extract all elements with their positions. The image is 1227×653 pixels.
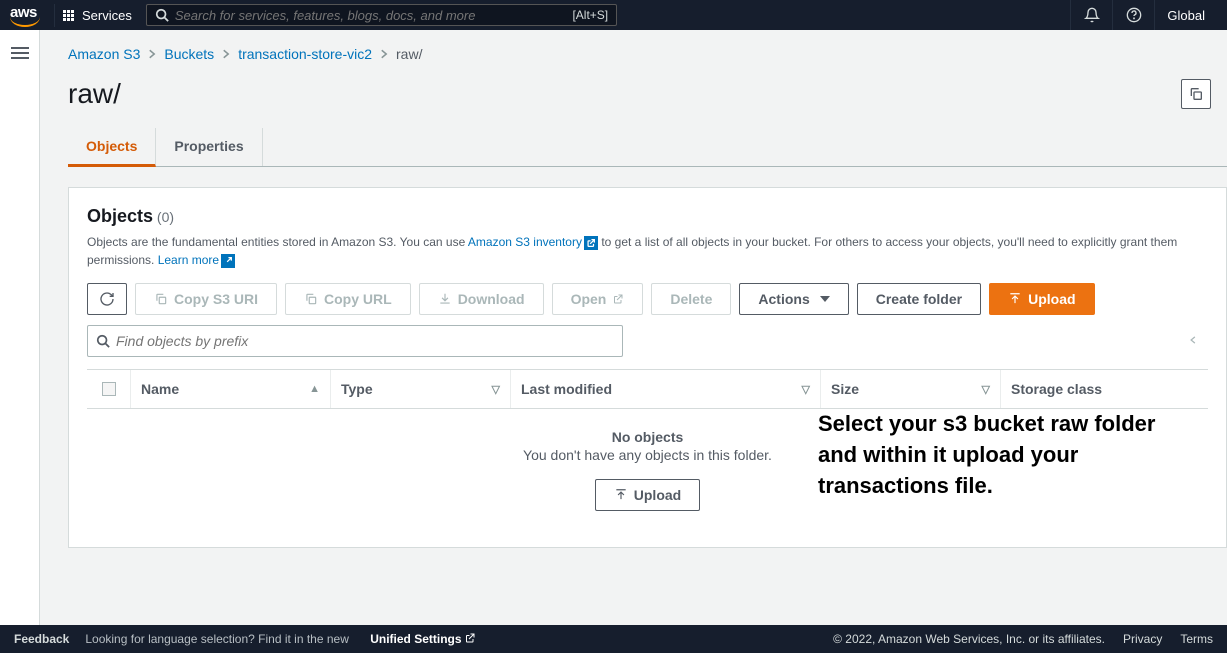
col-storage-class[interactable]: Storage class — [1001, 370, 1208, 408]
help-button[interactable] — [1112, 0, 1154, 30]
learn-more-link[interactable]: Learn more — [158, 253, 235, 267]
breadcrumb-link[interactable]: transaction-store-vic2 — [238, 46, 372, 62]
copy-page-button[interactable] — [1181, 79, 1211, 109]
refresh-button[interactable] — [87, 283, 127, 315]
refresh-icon — [99, 291, 115, 307]
top-nav: aws Services [Alt+S] Global — [0, 0, 1227, 30]
copy-icon — [154, 292, 168, 306]
upload-icon — [614, 488, 628, 502]
copy-uri-button[interactable]: Copy S3 URI — [135, 283, 277, 315]
tab-properties[interactable]: Properties — [156, 128, 262, 166]
aws-logo[interactable]: aws — [10, 4, 40, 27]
prev-page-button[interactable] — [1188, 331, 1198, 352]
breadcrumb: Amazon S3 Buckets transaction-store-vic2… — [68, 46, 1227, 62]
create-folder-button[interactable]: Create folder — [857, 283, 981, 315]
services-button[interactable]: Services — [54, 4, 140, 27]
chevron-left-icon — [1188, 333, 1198, 347]
copy-icon — [304, 292, 318, 306]
external-link-icon — [612, 293, 624, 305]
copy-url-button[interactable]: Copy URL — [285, 283, 411, 315]
external-link-icon — [584, 236, 598, 250]
pagination — [1188, 331, 1198, 352]
sort-icon: ▽ — [982, 383, 990, 396]
inventory-link[interactable]: Amazon S3 inventory — [468, 235, 598, 249]
download-icon — [438, 292, 452, 306]
breadcrumb-current: raw/ — [396, 46, 422, 62]
chevron-right-icon — [378, 48, 390, 60]
chevron-right-icon — [220, 48, 232, 60]
delete-button[interactable]: Delete — [651, 283, 731, 315]
annotation-text: Select your s3 bucket raw folder and wit… — [818, 409, 1198, 501]
hamburger-icon[interactable] — [11, 44, 29, 625]
terms-link[interactable]: Terms — [1180, 632, 1213, 646]
sort-icon: ▽ — [802, 383, 810, 396]
col-type[interactable]: Type▽ — [331, 370, 511, 408]
search-icon — [155, 8, 169, 22]
objects-panel: Objects (0) Objects are the fundamental … — [68, 187, 1227, 548]
breadcrumb-link[interactable]: Amazon S3 — [68, 46, 140, 62]
col-modified[interactable]: Last modified▽ — [511, 370, 821, 408]
actions-button[interactable]: Actions — [739, 283, 848, 315]
copy-icon — [1188, 86, 1204, 102]
sort-icon: ▽ — [492, 383, 500, 396]
download-button[interactable]: Download — [419, 283, 544, 315]
toolbar: Copy S3 URI Copy URL Download Open Delet… — [87, 283, 1208, 315]
panel-description: Objects are the fundamental entities sto… — [87, 233, 1208, 269]
empty-state: No objects You don't have any objects in… — [87, 409, 1208, 547]
search-shortcut: [Alt+S] — [572, 8, 608, 22]
tab-objects[interactable]: Objects — [68, 128, 156, 167]
col-name[interactable]: Name▲ — [131, 370, 331, 408]
open-button[interactable]: Open — [552, 283, 644, 315]
select-all-header[interactable] — [87, 370, 131, 408]
main-content: Amazon S3 Buckets transaction-store-vic2… — [40, 30, 1227, 548]
language-hint: Looking for language selection? Find it … — [85, 632, 475, 646]
privacy-link[interactable]: Privacy — [1123, 632, 1162, 646]
col-size[interactable]: Size▽ — [821, 370, 1001, 408]
table-header: Name▲ Type▽ Last modified▽ Size▽ Storage… — [87, 369, 1208, 409]
search-input[interactable] — [175, 8, 573, 23]
panel-title: Objects — [87, 206, 153, 226]
chevron-down-icon — [820, 296, 830, 302]
help-icon — [1126, 7, 1142, 23]
global-search[interactable]: [Alt+S] — [146, 4, 617, 26]
filter-input[interactable] — [116, 333, 614, 349]
breadcrumb-link[interactable]: Buckets — [164, 46, 214, 62]
feedback-link[interactable]: Feedback — [14, 632, 69, 646]
sort-asc-icon: ▲ — [309, 383, 320, 395]
footer: Feedback Looking for language selection?… — [0, 625, 1227, 653]
page-title: raw/ — [68, 78, 121, 110]
region-selector[interactable]: Global — [1154, 0, 1217, 30]
unified-settings-link[interactable]: Unified Settings — [370, 632, 475, 646]
empty-upload-button[interactable]: Upload — [595, 479, 700, 511]
notifications-button[interactable] — [1070, 0, 1112, 30]
chevron-right-icon — [146, 48, 158, 60]
upload-button[interactable]: Upload — [989, 283, 1094, 315]
filter-wrap[interactable] — [87, 325, 623, 357]
grid-icon — [63, 10, 74, 21]
search-icon — [96, 334, 110, 348]
services-label: Services — [82, 8, 132, 23]
external-link-icon — [464, 632, 476, 644]
upload-icon — [1008, 292, 1022, 306]
external-link-icon — [221, 254, 235, 268]
side-rail — [0, 30, 40, 625]
tabs: Objects Properties — [68, 128, 1227, 167]
objects-count: (0) — [157, 209, 174, 225]
copyright: © 2022, Amazon Web Services, Inc. or its… — [833, 632, 1105, 646]
bell-icon — [1084, 7, 1100, 23]
